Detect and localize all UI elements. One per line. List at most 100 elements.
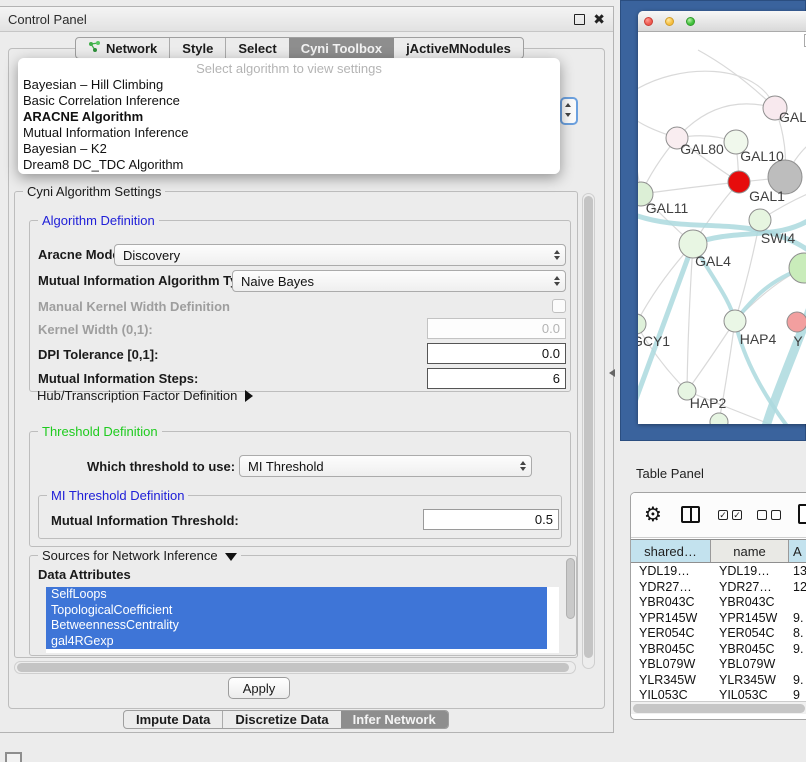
sources-title: Sources for Network Inference bbox=[42, 548, 218, 563]
algorithm-option-bayesian-k2[interactable]: Bayesian – K2 bbox=[18, 141, 560, 157]
algorithm-option-mutual-information-inference[interactable]: Mutual Information Inference bbox=[18, 125, 560, 141]
table-row[interactable]: YBR045CYBR045C9. bbox=[631, 642, 806, 658]
export-table-icon[interactable] bbox=[798, 504, 806, 524]
tab-discretize-data[interactable]: Discretize Data bbox=[222, 711, 340, 728]
gear-icon[interactable]: ⚙ bbox=[644, 502, 662, 527]
attribute-item-selfloops[interactable]: SelfLoops bbox=[46, 587, 547, 603]
minimize-window-icon[interactable] bbox=[665, 17, 674, 26]
node-label-hap2: HAP2 bbox=[690, 395, 727, 411]
expander-down-arrow-icon bbox=[225, 553, 237, 561]
tab-cyni-toolbox[interactable]: Cyni Toolbox bbox=[289, 38, 394, 58]
dpi-tolerance-field[interactable] bbox=[427, 343, 566, 364]
table-cell: 9. bbox=[789, 611, 806, 627]
attribute-item-gal4rgexp[interactable]: gal4RGexp bbox=[46, 634, 547, 650]
attribute-item-topologicalcoefficient[interactable]: TopologicalCoefficient bbox=[46, 603, 547, 619]
network-node[interactable] bbox=[789, 253, 806, 283]
table-row[interactable]: YDL19…YDL19…13 bbox=[631, 564, 806, 580]
apply-button[interactable]: Apply bbox=[228, 677, 290, 699]
attribute-item-betweennesscentrality[interactable]: BetweennessCentrality bbox=[46, 618, 547, 634]
settings-horizontal-scrollbar[interactable] bbox=[14, 661, 576, 674]
column-header-name[interactable]: name bbox=[711, 540, 789, 562]
algorithm-option-aracne-algorithm[interactable]: ARACNE Algorithm bbox=[18, 109, 560, 125]
table-horizontal-scrollbar[interactable] bbox=[631, 701, 806, 714]
tab-select[interactable]: Select bbox=[225, 38, 288, 58]
algorithm-option-dream8-dc-tdc-algorithm[interactable]: Dream8 DC_TDC Algorithm bbox=[18, 157, 560, 173]
which-threshold-label: Which threshold to use: bbox=[87, 459, 235, 474]
network-node[interactable] bbox=[710, 413, 728, 424]
split-columns-icon[interactable] bbox=[681, 506, 700, 523]
table-cell: YLR345W bbox=[631, 673, 711, 689]
combo-stepper-icon bbox=[515, 461, 531, 471]
network-node-gcy1[interactable] bbox=[638, 314, 646, 334]
tab-network[interactable]: Network bbox=[76, 38, 169, 58]
algorithm-option-basic-correlation-inference[interactable]: Basic Correlation Inference bbox=[18, 93, 560, 109]
hub-transcription-factor-expander[interactable]: Hub/Transcription Factor Definition bbox=[37, 388, 253, 403]
table-cell: YER054C bbox=[711, 626, 789, 642]
table-cell: YER054C bbox=[631, 626, 711, 642]
control-panel-tab-bar: Network Style SelectCyni ToolboxjActiveMNo… bbox=[75, 37, 524, 59]
aracne-mode-label: Aracne Mode: bbox=[38, 247, 124, 262]
settings-vertical-scrollbar[interactable] bbox=[582, 193, 595, 669]
mi-algorithm-type-combo[interactable]: Naive Bayes bbox=[232, 270, 566, 292]
table-row[interactable]: YDR27…YDR27…12 bbox=[631, 580, 806, 596]
zoom-window-icon[interactable] bbox=[686, 17, 695, 26]
data-attributes-list: SelfLoopsTopologicalCoefficientBetweenne… bbox=[46, 587, 559, 653]
table-cell: 8. bbox=[789, 626, 806, 642]
network-window-titlebar bbox=[638, 11, 806, 32]
aracne-mode-combo[interactable]: Discovery bbox=[114, 244, 566, 266]
algorithm-combo-stepper[interactable] bbox=[560, 97, 578, 125]
node-label-gal1: GAL1 bbox=[749, 188, 785, 204]
column-header-a[interactable]: A bbox=[789, 540, 806, 562]
select-all-checkbox-icon[interactable]: ✓ bbox=[718, 510, 728, 520]
table-row[interactable]: YLR345WYLR345W9. bbox=[631, 673, 806, 689]
close-panel-icon[interactable]: ✖ bbox=[593, 12, 605, 26]
table-cell: YBR043C bbox=[631, 595, 711, 611]
threshold-definition-group: Threshold Definition Which threshold to … bbox=[29, 431, 571, 547]
mi-steps-field[interactable] bbox=[427, 368, 566, 389]
network-node-y[interactable] bbox=[787, 312, 806, 332]
table-cell: YBR045C bbox=[711, 642, 789, 658]
manual-kernel-width-label: Manual Kernel Width Definition bbox=[38, 299, 230, 314]
deselect-all-checkbox-icon[interactable] bbox=[771, 510, 781, 520]
mi-threshold-definition-group: MI Threshold Definition Mutual Informati… bbox=[38, 495, 562, 539]
cyni-bottom-tab-bar: Impute DataDiscretize Data Infer Network bbox=[123, 710, 449, 729]
which-threshold-combo[interactable]: MI Threshold bbox=[239, 455, 532, 477]
table-cell: YBL079W bbox=[711, 657, 789, 673]
tab-jactivemnodules[interactable]: jActiveMNodules bbox=[394, 38, 523, 58]
tab-impute-data[interactable]: Impute Data bbox=[124, 711, 222, 728]
table-row[interactable]: YBR043CYBR043C bbox=[631, 595, 806, 611]
table-row[interactable]: YBL079WYBL079W bbox=[631, 657, 806, 673]
network-node-gal1[interactable] bbox=[728, 171, 750, 193]
select-all-checkbox-icon[interactable]: ✓ bbox=[732, 510, 742, 520]
manual-kernel-width-checkbox[interactable] bbox=[552, 299, 566, 313]
screenshot-stage: Control Panel ✖ NetworkStyleSelectCyni T… bbox=[0, 0, 806, 762]
close-window-icon[interactable] bbox=[644, 17, 653, 26]
network-node-hap4[interactable] bbox=[724, 310, 746, 332]
network-node-swi4[interactable] bbox=[749, 209, 771, 231]
tab-style[interactable]: Style bbox=[169, 38, 225, 58]
data-attributes-label: Data Attributes bbox=[38, 567, 131, 582]
sources-expander[interactable]: Sources for Network Inference bbox=[38, 548, 241, 563]
table-row[interactable]: YER054CYER054C8. bbox=[631, 626, 806, 642]
pane-divider-arrow-icon[interactable] bbox=[609, 369, 615, 377]
column-header-shared[interactable]: shared… bbox=[631, 540, 711, 562]
algorithm-option-bayesian-hill-climbing[interactable]: Bayesian – Hill Climbing bbox=[18, 77, 560, 93]
deselect-all-checkbox-icon[interactable] bbox=[757, 510, 767, 520]
attribute-list-scrollbar[interactable] bbox=[566, 558, 575, 619]
network-canvas[interactable]: GALGAL80GAL10GAL1GAL11SWI4GAL4GCY1HAP4YH… bbox=[638, 32, 806, 424]
tab-label: Style bbox=[182, 41, 213, 56]
node-label-gal10: GAL10 bbox=[740, 148, 784, 164]
tab-infer-network[interactable]: Infer Network bbox=[341, 711, 448, 728]
table-cell: YDR27… bbox=[631, 580, 711, 596]
mi-threshold-field[interactable] bbox=[423, 509, 559, 530]
table-cell: YDL19… bbox=[631, 564, 711, 580]
hub-transcription-factor-label: Hub/Transcription Factor Definition bbox=[37, 388, 237, 403]
kernel-width-field[interactable] bbox=[427, 318, 566, 339]
table-header-row: shared…nameA bbox=[631, 539, 806, 563]
collapsed-panel-icon[interactable] bbox=[5, 752, 22, 762]
tab-label: Infer Network bbox=[353, 712, 436, 727]
combo-stepper-icon bbox=[549, 276, 565, 286]
mi-algorithm-type-value: Naive Bayes bbox=[233, 274, 549, 289]
float-panel-icon[interactable] bbox=[574, 14, 585, 25]
table-row[interactable]: YPR145WYPR145W9. bbox=[631, 611, 806, 627]
